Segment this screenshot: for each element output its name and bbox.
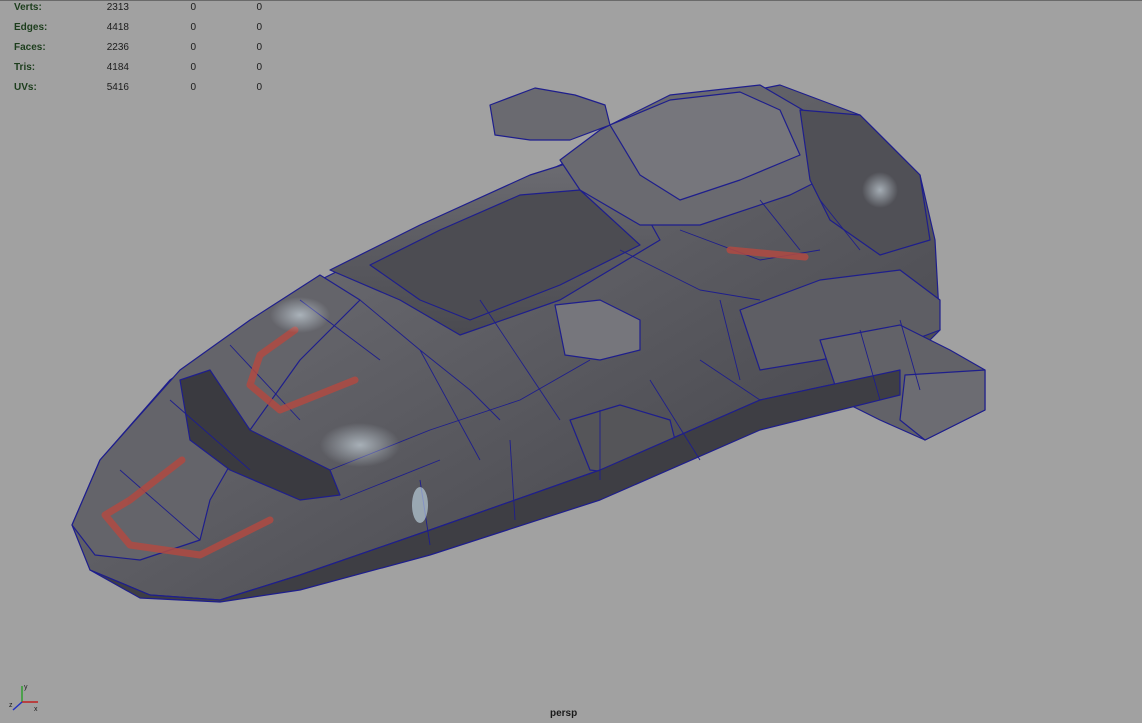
svg-text:x: x	[34, 706, 38, 713]
view-axis-icon: y x z	[9, 684, 38, 713]
persp-viewport[interactable]: Verts: 2313 0 0 Edges: 4418 0 0 Faces: 2…	[0, 0, 1142, 723]
svg-text:y: y	[24, 684, 28, 691]
antenna-pod	[489, 87, 611, 141]
svg-text:z: z	[9, 702, 13, 709]
camera-name-label: persp	[550, 708, 578, 719]
thruster-face	[899, 369, 986, 441]
spaceship-model[interactable]	[0, 0, 1142, 723]
